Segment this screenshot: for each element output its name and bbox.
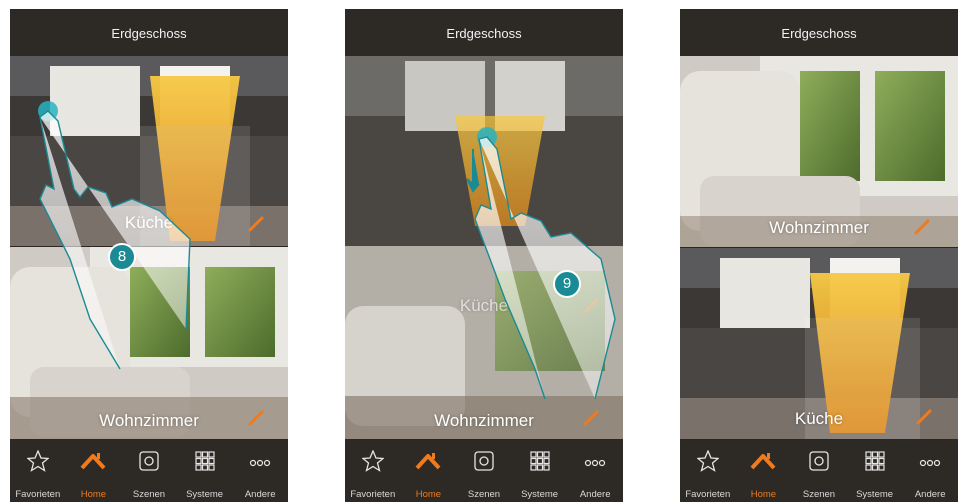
bottom-nav: Favorieten Home Szenen Systeme Andere	[10, 440, 288, 502]
step-badge: 9	[553, 270, 581, 298]
edit-pencil-icon[interactable]	[583, 298, 599, 314]
floor-title: Erdgeschoss	[680, 9, 958, 56]
floor-title: Erdgeschoss	[345, 9, 623, 56]
phone-screen-2: Erdgeschoss Küche Wohnzimmer 9 Favoriete…	[345, 9, 623, 502]
nav-more[interactable]: Andere	[902, 440, 958, 502]
room-tile-dragging[interactable]: Küche Wohnzimmer	[345, 56, 623, 439]
scenes-icon	[139, 451, 159, 471]
home-icon	[750, 453, 776, 470]
home-icon	[80, 453, 106, 470]
scenes-icon	[474, 451, 494, 471]
phone-screen-3: Erdgeschoss Wohnzimmer Küche Favorieten …	[680, 9, 958, 502]
room-label: Wohnzimmer	[434, 411, 534, 430]
nav-home[interactable]: Home	[66, 440, 122, 502]
blended-photo	[345, 56, 623, 439]
room-label: Küche	[124, 213, 174, 232]
star-icon	[361, 450, 384, 472]
more-icon	[920, 459, 941, 467]
nav-more[interactable]: Andere	[567, 440, 623, 502]
more-icon	[585, 459, 606, 467]
nav-systems[interactable]: Systeme	[847, 440, 903, 502]
nav-systems[interactable]: Systeme	[177, 440, 233, 502]
nav-scenes[interactable]: Szenen	[456, 440, 512, 502]
nav-scenes[interactable]: Szenen	[791, 440, 847, 502]
room-tile-wohnzimmer[interactable]: Wohnzimmer	[680, 56, 958, 247]
nav-home[interactable]: Home	[401, 440, 457, 502]
room-tile-wohnzimmer[interactable]: Wohnzimmer	[10, 247, 288, 439]
star-icon	[696, 450, 719, 472]
home-icon	[415, 453, 441, 470]
edit-pencil-icon[interactable]	[914, 219, 930, 235]
nav-scenes[interactable]: Szenen	[121, 440, 177, 502]
bottom-nav: Favorieten Home Szenen Systeme Andere	[680, 440, 958, 502]
nav-home[interactable]: Home	[736, 440, 792, 502]
room-tile-kueche[interactable]: Küche	[680, 248, 958, 439]
bottom-nav: Favorieten Home Szenen Systeme Andere	[345, 440, 623, 502]
step-badge: 8	[108, 243, 136, 271]
nav-favorites[interactable]: Favorieten	[345, 440, 401, 502]
room-label: Küche	[459, 296, 509, 315]
more-icon	[250, 459, 271, 467]
nav-systems[interactable]: Systeme	[512, 440, 568, 502]
edit-pencil-icon[interactable]	[583, 410, 599, 426]
star-icon	[26, 450, 49, 472]
systems-icon	[529, 451, 550, 471]
systems-icon	[864, 451, 885, 471]
room-tile-kueche[interactable]: Küche	[10, 56, 288, 246]
edit-pencil-icon[interactable]	[916, 409, 932, 425]
nav-more[interactable]: Andere	[232, 440, 288, 502]
room-label: Wohnzimmer	[99, 411, 199, 430]
floor-title: Erdgeschoss	[10, 9, 288, 56]
edit-pencil-icon[interactable]	[248, 410, 264, 426]
nav-favorites[interactable]: Favorieten	[680, 440, 736, 502]
phone-screen-1: Erdgeschoss Küche Wohnzimmer 8 Favoriete…	[10, 9, 288, 502]
edit-pencil-icon[interactable]	[248, 216, 264, 232]
nav-favorites[interactable]: Favorieten	[10, 440, 66, 502]
scenes-icon	[809, 451, 829, 471]
systems-icon	[194, 451, 215, 471]
